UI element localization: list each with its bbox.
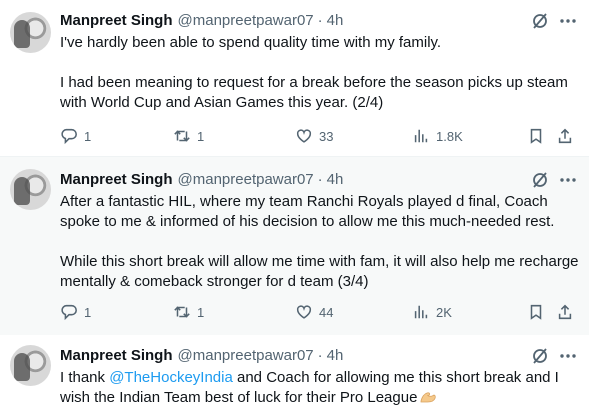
timestamp[interactable]: 4h — [327, 12, 344, 29]
tweet-header: Manpreet Singh @manpreetpawar07 · 4h — [60, 345, 343, 365]
reply-button[interactable]: 1 — [60, 126, 91, 146]
more-icon[interactable] — [558, 11, 578, 31]
views-icon — [414, 129, 428, 143]
share-button[interactable] — [556, 302, 574, 322]
mention-link[interactable]: @TheHockeyIndia — [109, 369, 233, 386]
views-button[interactable]: 1.8K — [412, 126, 463, 146]
avatar[interactable] — [10, 12, 51, 53]
avatar[interactable] — [10, 345, 51, 386]
retweet-icon — [174, 306, 190, 318]
views-button[interactable]: 2K — [412, 302, 452, 322]
share-button[interactable] — [556, 126, 574, 146]
tweet-header: Manpreet Singh @manpreetpawar07 · 4h — [60, 10, 343, 30]
share-icon — [558, 304, 572, 320]
bookmark-icon — [530, 128, 542, 144]
tweet-paragraph: I thank @TheHockeyIndia and Coach for al… — [60, 368, 580, 408]
separator-dot: · — [317, 170, 323, 188]
retweet-button[interactable]: 1 — [173, 302, 204, 322]
bookmark-icon — [530, 304, 542, 320]
tweet-header: Manpreet Singh @manpreetpawar07 · 4h — [60, 169, 343, 189]
tweet-4-of-4[interactable]: Manpreet Singh @manpreetpawar07 · 4h I t… — [0, 335, 589, 418]
tweet-text: I thank @TheHockeyIndia and Coach for al… — [60, 368, 580, 408]
author-handle[interactable]: @manpreetpawar07 — [178, 171, 314, 188]
author-name[interactable]: Manpreet Singh — [60, 171, 173, 188]
action-bar: 1 1 44 2K — [0, 302, 589, 322]
tweet-2-of-4[interactable]: Manpreet Singh @manpreetpawar07 · 4h I'v… — [0, 0, 589, 156]
like-button[interactable]: 44 — [295, 302, 333, 322]
reply-icon — [61, 304, 77, 321]
grok-icon[interactable] — [530, 346, 550, 366]
flexed-biceps-emoji — [421, 392, 437, 403]
tweet-text-start: I thank — [60, 369, 110, 386]
reply-count: 1 — [84, 304, 92, 320]
retweet-count: 1 — [197, 128, 205, 144]
timestamp[interactable]: 4h — [327, 347, 344, 364]
more-icon[interactable] — [558, 170, 578, 190]
like-count: 44 — [319, 304, 334, 320]
tweet-text: After a fantastic HIL, where my team Ran… — [60, 192, 580, 292]
grok-icon[interactable] — [530, 170, 550, 190]
retweet-button[interactable]: 1 — [173, 126, 204, 146]
reply-count: 1 — [84, 128, 92, 144]
like-icon — [296, 305, 312, 319]
tweet-text: I've hardly been able to spend quality t… — [60, 33, 580, 113]
bookmark-button[interactable] — [527, 126, 545, 146]
view-count: 2K — [436, 304, 452, 320]
tweet-paragraph: While this short break will allow me tim… — [60, 253, 579, 290]
reply-icon — [61, 128, 77, 145]
like-count: 33 — [319, 128, 334, 144]
separator-dot: · — [317, 346, 323, 364]
tweet-paragraph: I've hardly been able to spend quality t… — [60, 34, 442, 51]
share-icon — [558, 128, 572, 144]
timestamp[interactable]: 4h — [327, 171, 344, 188]
avatar[interactable] — [10, 169, 51, 210]
view-count: 1.8K — [436, 128, 463, 144]
author-handle[interactable]: @manpreetpawar07 — [178, 12, 314, 29]
separator-dot: · — [317, 11, 323, 29]
views-icon — [414, 305, 428, 319]
author-name[interactable]: Manpreet Singh — [60, 12, 173, 29]
more-icon[interactable] — [558, 346, 578, 366]
bookmark-button[interactable] — [527, 302, 545, 322]
retweet-count: 1 — [197, 304, 205, 320]
author-name[interactable]: Manpreet Singh — [60, 347, 173, 364]
like-button[interactable]: 33 — [295, 126, 333, 146]
retweet-icon — [174, 130, 190, 142]
action-bar: 1 1 33 1.8K — [0, 126, 589, 146]
tweet-3-of-4[interactable]: Manpreet Singh @manpreetpawar07 · 4h Aft… — [0, 156, 589, 336]
reply-button[interactable]: 1 — [60, 302, 91, 322]
like-icon — [296, 129, 312, 143]
tweet-paragraph: I had been meaning to request for a brea… — [60, 74, 568, 111]
tweet-paragraph: After a fantastic HIL, where my team Ran… — [60, 193, 555, 230]
author-handle[interactable]: @manpreetpawar07 — [178, 347, 314, 364]
grok-icon[interactable] — [530, 11, 550, 31]
